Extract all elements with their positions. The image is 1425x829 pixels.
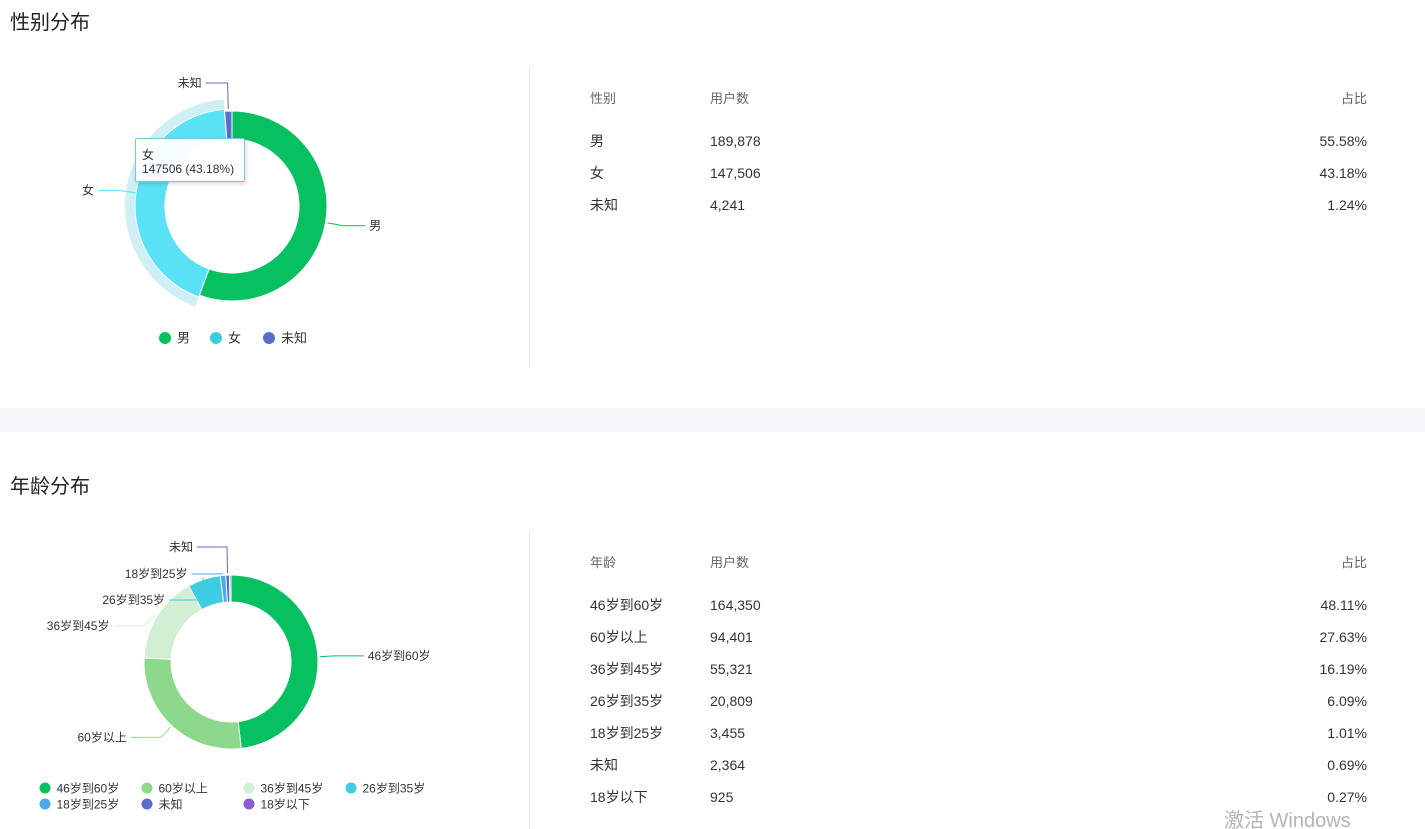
legend-label-1[interactable]: 女 <box>228 331 241 346</box>
header-users: 用户数 <box>710 90 750 106</box>
section-separator <box>0 408 1425 432</box>
row-count: 94,401 <box>710 629 753 645</box>
legend-label-2[interactable]: 36岁到45岁 <box>261 781 324 796</box>
table-row: 36岁到45岁 55,321 16.19% <box>590 653 1367 685</box>
slice-label-3: 26岁到35岁 <box>102 592 165 607</box>
legend-label-2[interactable]: 未知 <box>281 331 307 346</box>
table-row: 未知 4,241 1.24% <box>590 189 1367 221</box>
row-count: 3,455 <box>710 725 746 741</box>
header-gender: 性别 <box>590 90 617 106</box>
table-row: 18岁到25岁 3,455 1.01% <box>590 717 1367 749</box>
row-pct: 0.69% <box>1327 757 1367 773</box>
header-share: 占比 <box>1340 90 1367 106</box>
row-count: 55,321 <box>710 661 753 677</box>
legend-marker-4[interactable] <box>39 798 51 810</box>
row-label: 36岁到45岁 <box>590 661 664 677</box>
leader-line-0 <box>327 222 366 227</box>
table-row: 男 189,878 55.58% <box>590 125 1367 157</box>
row-label: 18岁到25岁 <box>590 725 664 741</box>
gender-donut-chart: 男女未知男女未知 <box>82 76 381 346</box>
row-pct: 55.58% <box>1319 133 1367 149</box>
slice-label-4: 18岁到25岁 <box>125 566 188 581</box>
slice-label-0: 46岁到60岁 <box>368 648 431 663</box>
leader-line-4 <box>191 572 224 575</box>
row-label: 60岁以上 <box>590 629 648 645</box>
gender-table: 性别 用户数 占比 男 189,878 55.58% 女 147,506 43.… <box>590 81 1367 221</box>
row-count: 2,364 <box>710 757 746 773</box>
age-table: 年龄 用户数 占比 46岁到60岁 164,350 48.11% 60岁以上 9… <box>590 545 1367 813</box>
table-row: 26岁到35岁 20,809 6.09% <box>590 685 1367 717</box>
donut-slice-0[interactable] <box>230 574 319 749</box>
row-pct: 1.01% <box>1327 725 1367 741</box>
row-pct: 0.27% <box>1327 789 1367 805</box>
legend-marker-0[interactable] <box>159 332 171 344</box>
donut-slice-1[interactable] <box>143 657 242 750</box>
tooltip-title: 女 <box>142 148 155 162</box>
row-count: 147,506 <box>710 165 761 181</box>
row-pct: 6.09% <box>1327 693 1367 709</box>
row-count: 164,350 <box>710 597 761 613</box>
age-section: 年龄分布 46岁到60岁 60岁以上 36岁到45岁 26岁到35岁 18岁到25岁 未知… <box>0 432 1425 829</box>
legend-marker-5[interactable] <box>141 798 153 810</box>
row-pct: 16.19% <box>1319 661 1367 677</box>
table-row: 女 147,506 43.18% <box>590 157 1367 189</box>
slice-label-0: 男 <box>369 219 381 233</box>
leader-line-2 <box>113 614 156 627</box>
row-pct: 48.11% <box>1320 597 1367 613</box>
header-age: 年龄 <box>590 554 617 570</box>
row-label: 18岁以下 <box>590 789 648 805</box>
row-label: 女 <box>590 165 604 181</box>
row-label: 26岁到35岁 <box>590 693 664 709</box>
row-count: 4,241 <box>710 197 746 213</box>
row-label: 46岁到60岁 <box>590 597 664 613</box>
legend-marker-1[interactable] <box>210 332 222 344</box>
gender-section: 性别分布 男女未知男女未知 女 147506 (43.18%) 性别 用户数 占… <box>0 0 1425 408</box>
legend-marker-6[interactable] <box>243 798 255 810</box>
legend-marker-2[interactable] <box>243 782 255 794</box>
slice-label-1: 女 <box>82 183 94 198</box>
legend-label-0[interactable]: 46岁到60岁 <box>57 781 120 796</box>
tooltip-value: 147506 (43.18%) <box>142 162 235 176</box>
legend-marker-0[interactable] <box>39 782 51 794</box>
legend-label-0[interactable]: 男 <box>177 331 190 346</box>
windows-activation-watermark: 激活 Windows <box>1224 810 1351 829</box>
slice-label-2: 36岁到45岁 <box>47 618 110 633</box>
row-count: 925 <box>710 789 734 805</box>
header-share: 占比 <box>1340 554 1367 570</box>
row-pct: 27.63% <box>1319 629 1367 645</box>
leader-line-0 <box>319 655 364 658</box>
slice-label-5: 未知 <box>169 540 193 554</box>
leader-line-5 <box>197 546 229 574</box>
table-header: 年龄 用户数 占比 <box>590 545 1367 577</box>
table-row: 46岁到60岁 164,350 48.11% <box>590 589 1367 621</box>
row-count: 189,878 <box>710 133 761 149</box>
slice-label-1: 60岁以上 <box>77 729 126 744</box>
chart-tooltip: 女 147506 (43.18%) <box>135 138 245 182</box>
row-pct: 43.18% <box>1319 165 1367 181</box>
column-divider <box>529 68 530 368</box>
table-header: 性别 用户数 占比 <box>590 81 1367 113</box>
legend-label-5[interactable]: 未知 <box>159 798 183 812</box>
row-label: 男 <box>590 133 604 149</box>
legend-label-6[interactable]: 18岁以下 <box>261 797 310 812</box>
table-row: 未知 2,364 0.69% <box>590 749 1367 781</box>
row-label: 未知 <box>590 757 618 773</box>
legend-label-3[interactable]: 26岁到35岁 <box>363 781 426 796</box>
legend-label-4[interactable]: 18岁到25岁 <box>57 797 120 812</box>
age-donut-chart: 46岁到60岁60岁以上36岁到45岁26岁到35岁18岁到25岁未知46岁到6… <box>39 540 431 812</box>
column-divider <box>529 532 530 829</box>
row-label: 未知 <box>590 197 618 213</box>
slice-label-2: 未知 <box>178 76 202 90</box>
legend-marker-2[interactable] <box>263 332 275 344</box>
legend-marker-3[interactable] <box>345 782 357 794</box>
legend-marker-1[interactable] <box>141 782 153 794</box>
row-count: 20,809 <box>710 693 753 709</box>
leader-line-1 <box>130 726 171 738</box>
table-row: 60岁以上 94,401 27.63% <box>590 621 1367 653</box>
header-users: 用户数 <box>710 554 750 570</box>
donut-slice-6[interactable] <box>229 574 232 603</box>
legend-label-1[interactable]: 60岁以上 <box>159 781 208 796</box>
row-pct: 1.24% <box>1327 197 1367 213</box>
